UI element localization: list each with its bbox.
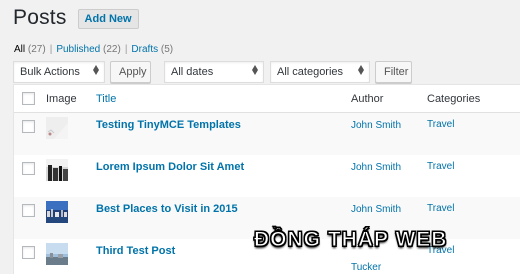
dates-label: All dates — [171, 66, 214, 78]
filter-all[interactable]: All (27) — [14, 44, 46, 55]
page-header: Posts Add New — [13, 6, 139, 30]
post-author-link[interactable]: John Smith — [351, 203, 411, 216]
filter-all-label: All — [14, 44, 26, 55]
filter-published-count: (22) — [103, 44, 121, 55]
table-header: Image Title Author Categories — [14, 85, 520, 113]
apply-button[interactable]: Apply — [110, 61, 151, 83]
column-image: Image — [46, 93, 77, 105]
select-arrow-icon — [358, 65, 364, 75]
bulk-actions-select[interactable]: Bulk Actions — [13, 61, 105, 83]
column-author: Author — [351, 93, 384, 105]
post-title-link[interactable]: Best Places to Visit in 2015 — [96, 203, 238, 215]
post-thumbnail[interactable] — [46, 243, 68, 265]
table-row: Lorem Ipsum Dolor Sit Amet John Smith Tr… — [14, 155, 520, 197]
post-thumbnail[interactable] — [46, 201, 68, 223]
bulk-actions-label: Bulk Actions — [20, 66, 80, 78]
post-category-link[interactable]: Travel — [427, 161, 454, 172]
table-row: Testing TinyMCE Templates John Smith Tra… — [14, 113, 520, 155]
post-category-link[interactable]: Travel — [427, 203, 454, 214]
separator: | — [124, 44, 128, 55]
post-author-link[interactable]: John Smith — [351, 161, 411, 174]
select-arrow-icon — [93, 65, 99, 75]
column-categories: Categories — [427, 93, 481, 105]
filter-drafts-label: Drafts — [131, 44, 159, 55]
post-title-link[interactable]: Third Test Post — [96, 245, 175, 257]
row-checkbox[interactable] — [22, 120, 35, 133]
categories-label: All categories — [277, 66, 344, 78]
column-title[interactable]: Title — [96, 93, 116, 105]
filter-button[interactable]: Filter — [375, 61, 412, 83]
filter-all-count: (27) — [27, 44, 46, 55]
row-checkbox[interactable] — [22, 204, 35, 217]
post-category-link[interactable]: Travel — [427, 119, 454, 130]
select-arrow-icon — [252, 65, 258, 75]
categories-select[interactable]: All categories — [270, 61, 370, 83]
post-author-link[interactable]: Tucker — [351, 261, 411, 274]
filter-drafts-count: (5) — [160, 44, 174, 55]
row-checkbox[interactable] — [22, 162, 35, 175]
post-title-link[interactable]: Lorem Ipsum Dolor Sit Amet — [96, 161, 244, 173]
separator: | — [49, 44, 53, 55]
select-all-checkbox[interactable] — [22, 92, 35, 105]
filter-drafts[interactable]: Drafts (5) — [131, 44, 173, 55]
filter-published-label: Published — [56, 44, 101, 55]
add-new-button[interactable]: Add New — [77, 9, 139, 29]
post-thumbnail[interactable] — [46, 159, 68, 181]
row-checkbox[interactable] — [22, 246, 35, 259]
status-filters: All (27) | Published (22) | Drafts (5) — [14, 44, 173, 55]
page-title: Posts — [13, 6, 67, 29]
watermark-text: ĐỒNG THÁP WEB — [253, 228, 448, 252]
post-author-link[interactable]: John Smith — [351, 119, 411, 132]
post-thumbnail[interactable] — [46, 117, 68, 139]
filter-published[interactable]: Published (22) — [56, 44, 121, 55]
dates-select[interactable]: All dates — [164, 61, 264, 83]
post-title-link[interactable]: Testing TinyMCE Templates — [96, 119, 241, 131]
